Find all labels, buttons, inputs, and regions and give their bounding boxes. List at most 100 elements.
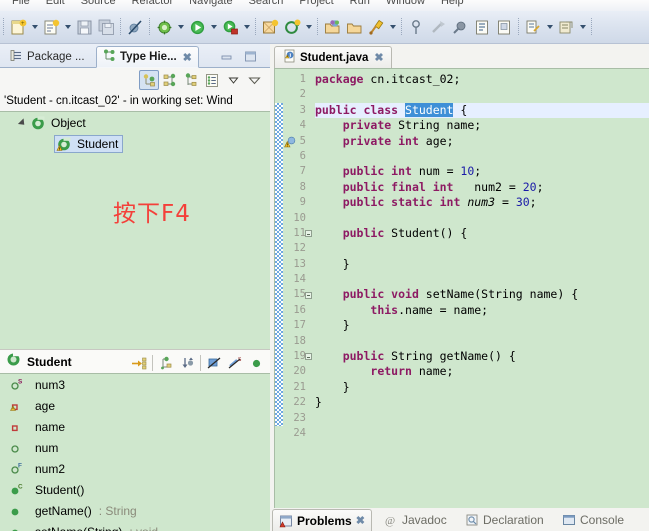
menu-file[interactable]: File <box>4 0 38 11</box>
menu-window[interactable]: Window <box>378 0 433 11</box>
code-line[interactable]: private String name; <box>315 118 649 133</box>
member-item[interactable]: getName() : String <box>0 500 270 521</box>
chevron-down-icon[interactable] <box>303 16 314 38</box>
save-all-icon[interactable] <box>95 16 117 38</box>
code-line[interactable]: } <box>315 395 649 410</box>
toggle-mark-occurrences-icon[interactable] <box>471 16 493 38</box>
code-text-area[interactable]: package cn.itcast_02; public class Stude… <box>309 69 649 509</box>
chevron-down-icon[interactable] <box>175 16 186 38</box>
menu-search[interactable]: Search <box>241 0 292 11</box>
chevron-down-icon[interactable] <box>387 16 398 38</box>
hide-static-members-icon[interactable] <box>204 353 224 373</box>
toggle-block-selection-icon[interactable] <box>493 16 515 38</box>
new-java-class-icon[interactable] <box>40 16 62 38</box>
code-line[interactable]: } <box>315 257 649 272</box>
member-item[interactable]: name <box>0 416 270 437</box>
code-line[interactable]: public String getName() { <box>315 349 649 364</box>
next-annotation-icon[interactable] <box>427 16 449 38</box>
menu-navigate[interactable]: Navigate <box>181 0 240 11</box>
code-line[interactable]: public class Student { <box>315 102 649 119</box>
hide-non-public-icon[interactable]: S <box>225 353 245 373</box>
code-line[interactable] <box>315 87 649 102</box>
chevron-down-icon[interactable] <box>241 16 252 38</box>
external-tools-icon[interactable] <box>219 16 241 38</box>
code-line[interactable]: public int num = 10; <box>315 164 649 179</box>
tab-console[interactable]: Console <box>556 509 630 531</box>
code-line[interactable]: package cn.itcast_02; <box>315 72 649 87</box>
previous-annotation-icon[interactable] <box>449 16 471 38</box>
run-icon[interactable] <box>186 16 208 38</box>
show-whitespace-icon[interactable] <box>522 16 544 38</box>
last-edit-location-icon[interactable] <box>555 16 577 38</box>
member-list[interactable]: Snum3 age name num Fnum2 C Student() getName() … <box>0 373 270 531</box>
code-line[interactable]: this.name = name; <box>315 303 649 318</box>
pin-editor-icon[interactable] <box>405 16 427 38</box>
member-item[interactable]: Snum3 <box>0 374 270 395</box>
menu-help[interactable]: Help <box>433 0 472 11</box>
code-line[interactable]: private int age; <box>315 134 649 149</box>
skip-all-breakpoints-icon[interactable] <box>124 16 146 38</box>
menu-run[interactable]: Run <box>342 0 378 11</box>
code-line[interactable]: } <box>315 318 649 333</box>
public-filter-icon[interactable] <box>246 353 266 373</box>
chevron-down-icon[interactable] <box>577 16 588 38</box>
code-line[interactable] <box>315 411 649 426</box>
debug-icon[interactable] <box>153 16 175 38</box>
view-minimize-icon[interactable] <box>244 70 264 90</box>
sort-icon[interactable] <box>156 353 176 373</box>
show-subtype-hierarchy-icon[interactable] <box>181 70 201 90</box>
save-icon[interactable] <box>73 16 95 38</box>
view-menu-icon[interactable] <box>223 70 243 90</box>
code-line[interactable] <box>315 334 649 349</box>
maximize-view-icon[interactable] <box>242 48 258 64</box>
member-item[interactable]: setName(String) : void <box>0 521 270 531</box>
open-task-icon[interactable] <box>343 16 365 38</box>
menu-refactor[interactable]: Refactor <box>124 0 182 11</box>
layout-menu-icon[interactable] <box>202 70 222 90</box>
code-line[interactable] <box>315 272 649 287</box>
expand-arrow-icon[interactable] <box>14 117 30 128</box>
code-line[interactable]: public void setName(String name) { <box>315 287 649 302</box>
member-item[interactable]: age <box>0 395 270 416</box>
search-icon[interactable] <box>365 16 387 38</box>
hide-fields-icon[interactable] <box>177 353 197 373</box>
code-line[interactable]: public final int num2 = 20; <box>315 180 649 195</box>
line-number-gutter[interactable]: 1 2 3 4 5 6 7 8 9 10 11 12 13 14 15 16 17 18 19 20 21 22 23 24 <box>283 69 312 509</box>
new-java-project-icon[interactable] <box>259 16 281 38</box>
code-line[interactable] <box>315 241 649 256</box>
code-line[interactable] <box>315 149 649 164</box>
close-icon[interactable]: ✖ <box>374 51 383 64</box>
code-line[interactable]: public Student() { <box>315 226 649 241</box>
menu-source[interactable]: Source <box>73 0 124 11</box>
show-inherited-members-icon[interactable] <box>129 353 149 373</box>
type-hierarchy-tree[interactable]: Object Student <box>0 111 270 349</box>
tab-declaration[interactable]: Declaration <box>459 509 550 531</box>
show-type-hierarchy-icon[interactable] <box>139 70 159 90</box>
code-line[interactable]: return name; <box>315 364 649 379</box>
close-icon[interactable]: ✖ <box>183 51 192 64</box>
code-line[interactable] <box>315 426 649 441</box>
code-line[interactable]: } <box>315 380 649 395</box>
tab-problems[interactable]: Problems ✖ <box>272 509 372 531</box>
member-item[interactable]: num <box>0 437 270 458</box>
tab-type-hierarchy[interactable]: Type Hie... ✖ <box>96 46 199 68</box>
show-supertype-hierarchy-icon[interactable] <box>160 70 180 90</box>
tab-student-java[interactable]: J Student.java ✖ <box>274 46 392 68</box>
member-item[interactable]: C Student() <box>0 479 270 500</box>
chevron-down-icon[interactable] <box>544 16 555 38</box>
minimize-view-icon[interactable] <box>218 48 234 64</box>
new-wizard-icon[interactable]: + <box>7 16 29 38</box>
member-item[interactable]: Fnum2 <box>0 458 270 479</box>
tree-item-student[interactable]: Student <box>0 133 270 154</box>
tree-item-object[interactable]: Object <box>0 112 270 133</box>
open-type-icon[interactable] <box>321 16 343 38</box>
chevron-down-icon[interactable] <box>208 16 219 38</box>
tab-javadoc[interactable]: @ Javadoc <box>378 509 453 531</box>
menu-edit[interactable]: Edit <box>38 0 73 11</box>
close-icon[interactable]: ✖ <box>356 514 365 527</box>
code-editor[interactable]: 1 2 3 4 5 6 7 8 9 10 11 12 13 14 15 16 17 18 19 20 21 22 23 24 … <box>274 68 649 510</box>
tab-package-explorer[interactable]: Package ... <box>4 46 91 68</box>
chevron-down-icon[interactable] <box>62 16 73 38</box>
code-line[interactable] <box>315 211 649 226</box>
code-line[interactable]: public static int num3 = 30; <box>315 195 649 210</box>
